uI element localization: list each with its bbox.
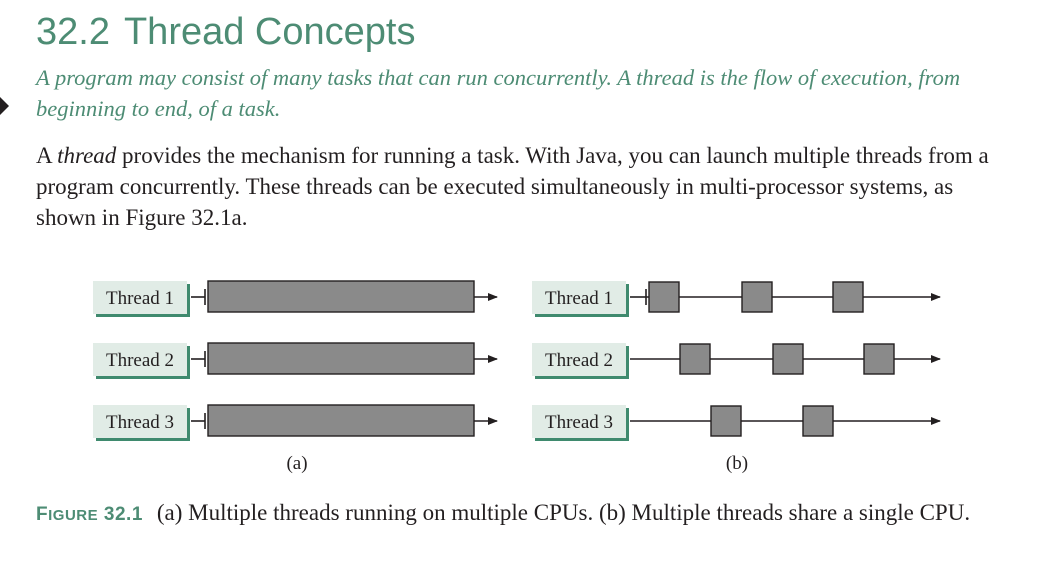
panel-b-thread-3-label: Thread 3 <box>545 412 613 433</box>
panel-b-thread-1-label: Thread 1 <box>545 288 613 309</box>
panel-b-thread-1: Thread 1 <box>532 281 941 317</box>
panel-b-thread-3: Thread 3 <box>532 405 941 441</box>
cpu-slice <box>710 405 742 437</box>
cpu-slice <box>772 343 804 375</box>
body-rest: provides the mechanism for running a tas… <box>36 143 989 230</box>
panel-a-thread-1: Thread 1 <box>93 280 498 317</box>
key-point-text: A program may consist of many tasks that… <box>36 65 961 121</box>
cpu-slice <box>679 343 711 375</box>
body-term: thread <box>57 143 117 168</box>
panel-a-label: (a) <box>286 453 307 474</box>
cpu-slice <box>832 281 864 313</box>
body-intro: A <box>36 143 52 168</box>
section-title: Thread Concepts <box>123 11 416 53</box>
figure-caption-text: (a) Multiple threads running on multiple… <box>156 500 971 525</box>
figure-caption-label: FIGURE 32.1 <box>36 504 143 525</box>
body-paragraph: A thread provides the mechanism for runn… <box>36 140 1011 233</box>
key-point-marker-icon <box>0 97 9 115</box>
panel-a-thread-1-label: Thread 1 <box>106 288 174 309</box>
cpu-slice <box>802 405 834 437</box>
panel-a: Thread 1 Thread 2 Thread 3 (a) <box>93 280 498 474</box>
panel-a-thread-3-label: Thread 3 <box>106 412 174 433</box>
panel-b-thread-2: Thread 2 <box>532 343 941 379</box>
panel-b: Thread 1 Thread 2 Thread 3 (b) <box>532 281 941 474</box>
cpu-slice <box>741 281 773 313</box>
figure-label-smallcaps: IGURE <box>48 507 99 524</box>
cpu-slice <box>863 343 895 375</box>
figure-label-number: 32.1 <box>103 504 143 525</box>
cpu-slice <box>648 281 680 313</box>
figure-caption: FIGURE 32.1 (a) Multiple threads running … <box>36 497 1011 532</box>
panel-a-thread-3: Thread 3 <box>93 404 498 441</box>
panel-a-thread-2-label: Thread 2 <box>106 350 174 371</box>
section-heading: 32.2 Thread Concepts <box>36 6 415 58</box>
panel-b-label: (b) <box>726 453 748 474</box>
figure-label-prefix: F <box>36 504 49 525</box>
panel-b-thread-2-label: Thread 2 <box>545 350 613 371</box>
section-number: 32.2 <box>36 11 110 53</box>
panel-a-thread-2: Thread 2 <box>93 342 498 379</box>
